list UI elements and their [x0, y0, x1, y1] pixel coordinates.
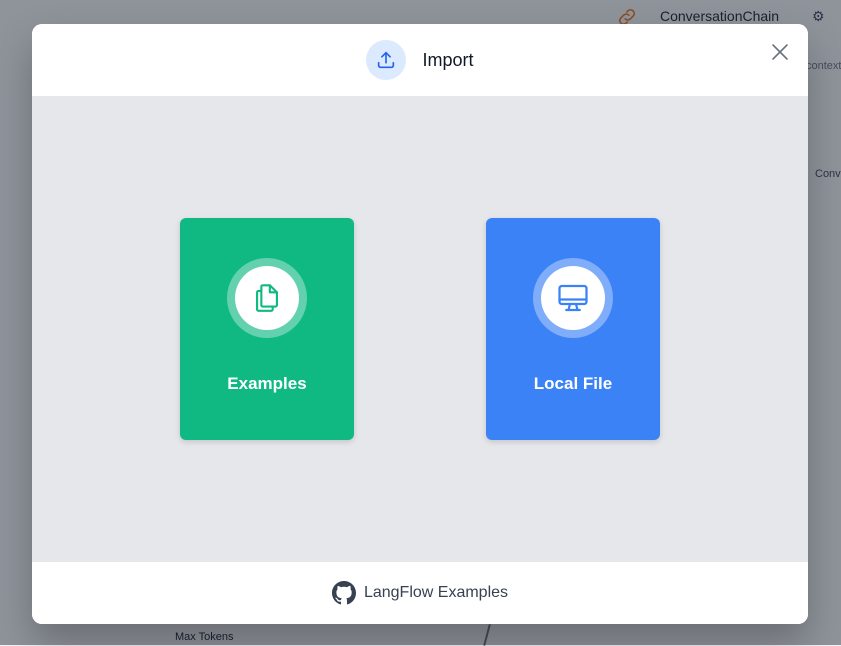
local-file-card[interactable]: Local File: [486, 218, 660, 440]
modal-title: Import: [422, 49, 474, 70]
local-file-icon-ring: [533, 258, 613, 338]
examples-label: Examples: [227, 374, 307, 393]
local-file-label: Local File: [533, 374, 613, 393]
examples-card[interactable]: Examples: [180, 218, 354, 440]
modal-footer: LangFlow Examples: [32, 562, 808, 624]
modal-header: Import: [32, 24, 808, 97]
examples-icon-ring: [227, 258, 307, 338]
modal-body: Examples Local File: [32, 96, 808, 562]
langflow-examples-link[interactable]: LangFlow Examples: [331, 581, 509, 605]
footer-link-label: LangFlow Examples: [363, 584, 509, 601]
import-modal: Import Examples Local File LangFlow Exam…: [32, 24, 808, 624]
github-icon: [331, 581, 356, 605]
upload-icon: [366, 40, 407, 80]
computer-icon: [541, 266, 605, 330]
close-button[interactable]: [768, 40, 792, 64]
close-icon: [772, 44, 788, 60]
documents-icon: [235, 266, 299, 330]
